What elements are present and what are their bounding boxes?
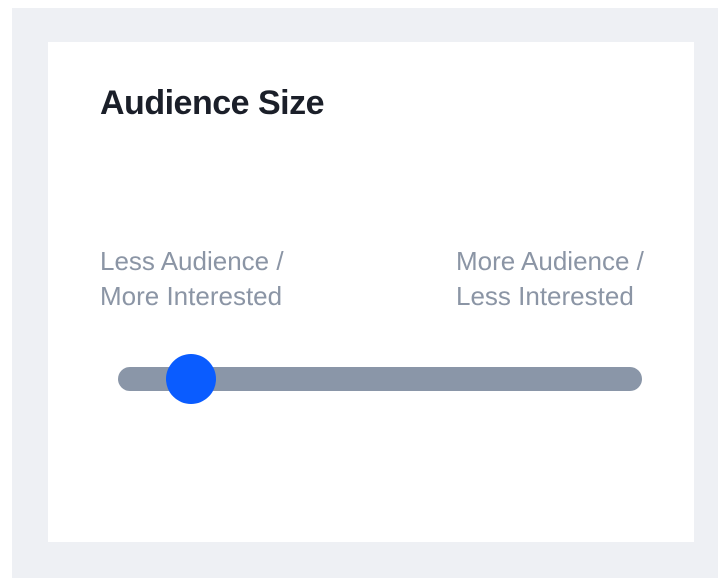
slider-thumb[interactable] [166,354,217,404]
slider-max-label-line1: More Audience / [456,246,644,276]
slider-min-label-line1: Less Audience / [100,246,284,276]
slider-min-label: Less Audience / More Interested [100,244,284,314]
card-title: Audience Size [100,84,325,122]
audience-size-slider[interactable] [118,354,642,404]
slider-max-label-line2: Less Interested [456,281,634,311]
slider-max-label: More Audience / Less Interested [456,244,644,314]
audience-size-card: Audience Size Less Audience / More Inter… [48,42,694,542]
slider-min-label-line2: More Interested [100,281,283,311]
